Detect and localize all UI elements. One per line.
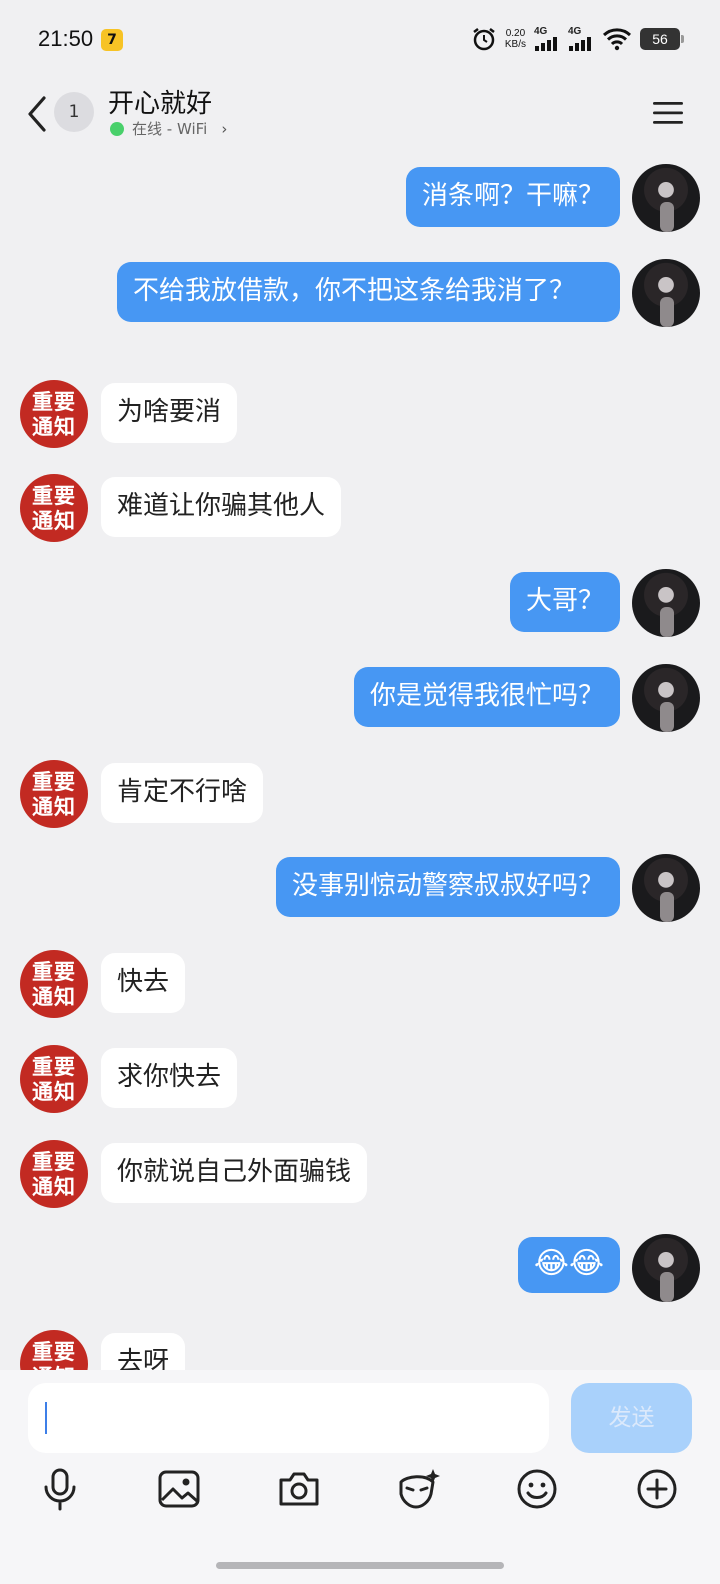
message-bubble-self[interactable]: 大哥？ [509,572,620,632]
signal-2: 4G [568,27,594,51]
message-row: 你是觉得我很忙吗？ [0,664,720,732]
message-bubble-other[interactable]: 为啥要消 [101,383,238,443]
avatar-text-line1: 重要 [32,959,76,984]
message-input[interactable] [28,1383,549,1453]
avatar-text-line2: 通知 [32,1079,76,1104]
unread-count-badge[interactable]: 1 [54,92,94,132]
avatar-important-notice[interactable]: 重要 通知 [20,950,88,1018]
image-icon[interactable] [156,1466,202,1512]
avatar-important-notice[interactable]: 重要 通知 [20,380,88,448]
avatar-important-notice[interactable]: 重要 通知 [20,474,88,542]
message-bubble-other[interactable]: 求你快去 [101,1048,238,1108]
message-list[interactable]: 消条啊？干嘛？ 不给我放借款，你不把这条给我消了？ 重要 通知 为啥要消 重要 … [0,158,720,1370]
alarm-icon [473,28,495,51]
text-caret [45,1402,47,1434]
message-bubble-self[interactable]: 消条啊？干嘛？ [405,167,620,227]
message-row: 重要 通知 难道让你骗其他人 [0,474,720,542]
avatar[interactable] [632,1234,700,1302]
home-indicator[interactable] [216,1562,504,1569]
message-bubble-other[interactable]: 肯定不行啥 [101,763,264,823]
message-bubble-other[interactable]: 去呀 [101,1333,186,1370]
avatar-important-notice[interactable]: 重要 通知 [20,1045,88,1113]
avatar-important-notice[interactable]: 重要 通知 [20,760,88,828]
chat-title[interactable]: 开心就好 [108,83,212,120]
wifi-icon [602,28,632,51]
avatar-text-line1: 重要 [32,1149,76,1174]
back-arrow-icon[interactable] [22,92,52,136]
message-row: 不给我放借款，你不把这条给我消了？ [0,259,720,351]
camera-icon[interactable] [276,1466,322,1512]
message-bubble-other[interactable]: 你就说自己外面骗钱 [101,1143,368,1203]
plus-icon[interactable] [634,1466,680,1512]
status-bar: 21:50 7 0.20 KB/s 4G 4G 56 [0,0,720,78]
message-row: 重要 通知 去呀 [0,1330,720,1370]
message-bubble-other[interactable]: 难道让你骗其他人 [101,477,342,537]
signal-bars-icon [569,37,591,51]
net-speed-unit: KB/s [504,39,526,50]
avatar-text-line2: 通知 [32,984,76,1009]
message-row: 没事别惊动警察叔叔好吗？ [0,854,720,922]
online-dot-icon [110,121,124,136]
avatar-text-line2: 通知 [32,508,76,533]
message-row: 重要 通知 为啥要消 [0,380,720,448]
avatar-text-line1: 重要 [32,1054,76,1079]
emoji-icon[interactable] [514,1466,560,1512]
message-row: 重要 通知 求你快去 [0,1045,720,1113]
avatar-text-line2: 通知 [32,1174,76,1199]
send-button[interactable]: 发送 [571,1383,692,1453]
sticker-icon[interactable] [395,1466,441,1512]
composer: 发送 [0,1370,720,1584]
chat-header: 1 开心就好 在线 - WiFi › [0,78,720,158]
battery-indicator: 56 [640,28,684,50]
signal-2-label: 4G [568,26,582,37]
avatar[interactable] [632,664,700,732]
message-row: 大哥？ [0,569,720,637]
message-row: 重要 通知 快去 [0,950,720,1018]
message-row: 重要 通知 你就说自己外面骗钱 [0,1140,720,1208]
status-time: 21:50 [38,26,94,51]
avatar[interactable] [632,164,700,232]
avatar-text-line2: 通知 [32,414,76,439]
notification-app-icon: 7 [101,29,123,51]
avatar-important-notice[interactable]: 重要 通知 [20,1330,88,1370]
presence-text: 在线 - WiFi [132,120,208,138]
avatar[interactable] [632,259,700,327]
microphone-icon[interactable] [37,1466,83,1512]
presence-status[interactable]: 在线 - WiFi › [110,118,227,139]
message-bubble-self[interactable]: 😂😂 [517,1237,620,1293]
signal-1-label: 4G [534,26,548,37]
status-icons: 0.20 KB/s 4G 4G 56 [471,24,684,54]
avatar[interactable] [632,854,700,922]
chevron-right-icon: › [221,119,228,138]
composer-toolbar [0,1466,720,1518]
avatar-text-line1: 重要 [32,1339,76,1364]
avatar[interactable] [632,569,700,637]
signal-1: 4G [534,27,560,51]
avatar-important-notice[interactable]: 重要 通知 [20,1140,88,1208]
message-row: 重要 通知 肯定不行啥 [0,760,720,828]
menu-icon[interactable] [652,100,684,126]
message-row: 消条啊？干嘛？ [0,164,720,232]
message-row: 😂😂 [0,1234,720,1302]
message-bubble-self[interactable]: 没事别惊动警察叔叔好吗？ [275,857,620,917]
net-speed: 0.20 KB/s [505,28,526,50]
avatar-text-line1: 重要 [32,483,76,508]
signal-bars-icon [535,37,557,51]
avatar-text-line1: 重要 [32,389,76,414]
message-bubble-self[interactable]: 你是觉得我很忙吗？ [353,667,620,727]
message-bubble-self[interactable]: 不给我放借款，你不把这条给我消了？ [117,262,620,322]
avatar-text-line1: 重要 [32,769,76,794]
message-bubble-other[interactable]: 快去 [101,953,186,1013]
net-speed-value: 0.20 [505,28,526,39]
avatar-text-line2: 通知 [32,794,76,819]
